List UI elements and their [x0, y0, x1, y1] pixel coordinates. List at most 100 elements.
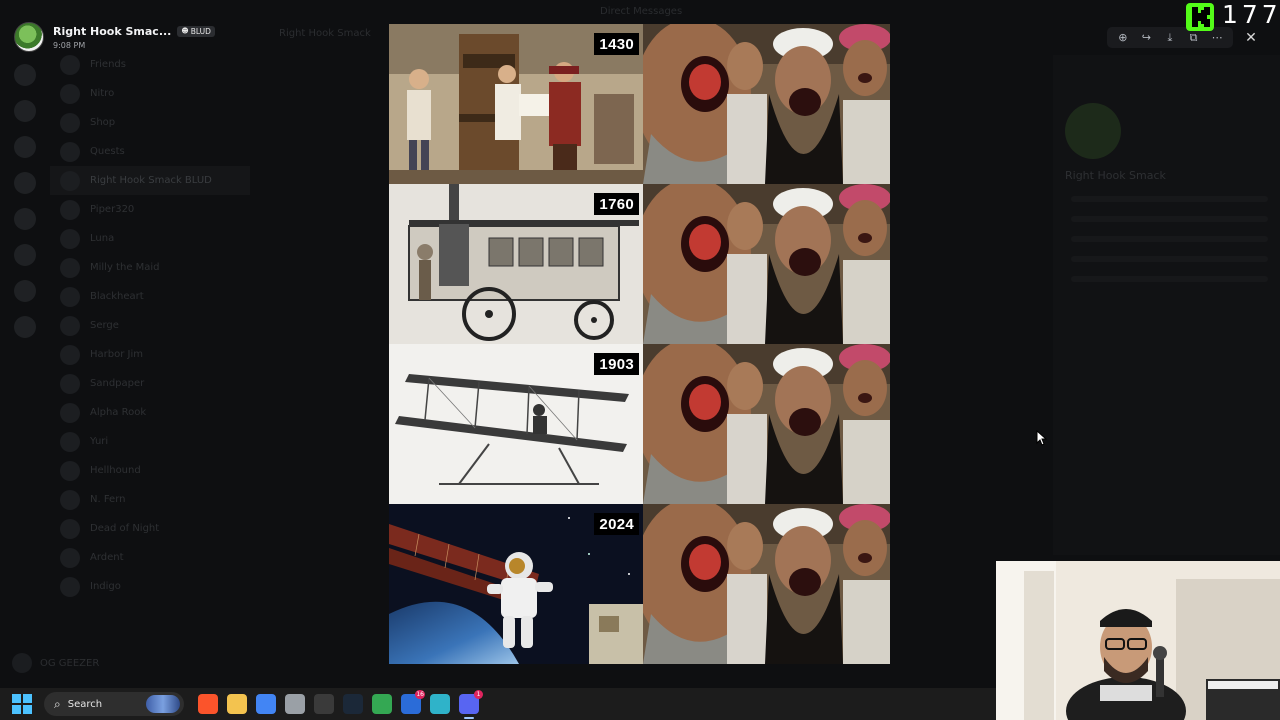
- avatar: [60, 402, 80, 423]
- open-in-browser-button[interactable]: ⧉: [1186, 30, 1202, 46]
- brave-icon[interactable]: [198, 694, 218, 714]
- panel-invention-printing-press: 1430: [389, 24, 643, 184]
- avatar: [60, 170, 80, 191]
- sidebar-item-label: Nitro: [90, 88, 115, 99]
- discord-icon[interactable]: 1: [459, 690, 483, 719]
- sidebar-item[interactable]: Blackheart: [50, 282, 250, 311]
- panel-reaction-crowd: [643, 504, 890, 664]
- sidebar-item-label: Dead of Night: [90, 523, 160, 534]
- tag-icon: ☻: [181, 27, 189, 35]
- year-label: 1760: [594, 193, 639, 215]
- panel-invention-steam-car: 1760: [389, 184, 643, 344]
- avatar: [60, 431, 80, 452]
- avatar: [60, 257, 80, 278]
- sidebar-item-label: Alpha Rook: [90, 407, 147, 418]
- windows-start-button[interactable]: [12, 694, 32, 714]
- sidebar-item[interactable]: Milly the Maid: [50, 253, 250, 282]
- sidebar-item[interactable]: Luna: [50, 224, 250, 253]
- more-options-icon: ⋯: [1211, 31, 1223, 44]
- viewer-count: 177: [1222, 0, 1280, 29]
- sidebar-item[interactable]: Yuri: [50, 427, 250, 456]
- kick-logo-icon: [1186, 3, 1214, 31]
- sidebar-item[interactable]: Hellhound: [50, 456, 250, 485]
- meme-image[interactable]: 1430 1760 1903 2024: [389, 24, 890, 664]
- sidebar-item[interactable]: Dead of Night: [50, 514, 250, 543]
- image-author: Right Hook Smac... ☻ BLUD 9:08 PM: [14, 22, 215, 52]
- sidebar-item[interactable]: Serge: [50, 311, 250, 340]
- year-label: 1903: [594, 353, 639, 375]
- browser-app-icon[interactable]: 16: [401, 690, 425, 714]
- sidebar-item-label: Yuri: [90, 436, 109, 447]
- avatar: [60, 518, 80, 539]
- sidebar-item[interactable]: Harbor Jim: [50, 340, 250, 369]
- sidebar-item-label: N. Fern: [90, 494, 126, 505]
- notification-badge: 16: [415, 690, 425, 699]
- sidebar-item[interactable]: Indigo: [50, 572, 250, 601]
- avatar: [60, 460, 80, 481]
- more-options-button[interactable]: ⋯: [1209, 30, 1225, 46]
- server-list: [0, 50, 50, 670]
- sidebar-item-label: Piper320: [90, 204, 135, 215]
- sidebar-item[interactable]: Sandpaper: [50, 369, 250, 398]
- taskbar-search[interactable]: ⌕ Search: [44, 692, 184, 716]
- year-label: 2024: [594, 513, 639, 535]
- avatar: [60, 199, 80, 220]
- file-explorer-icon[interactable]: [227, 694, 247, 714]
- sidebar-item-label: Shop: [90, 117, 116, 128]
- panel-reaction-crowd: [643, 184, 890, 344]
- forward-button[interactable]: ↪: [1138, 30, 1154, 46]
- download-icon: ⤓: [1167, 30, 1173, 44]
- avatar: [60, 141, 80, 162]
- sidebar-item[interactable]: Shop: [50, 108, 250, 137]
- sidebar-item[interactable]: Quests: [50, 137, 250, 166]
- shield-app-icon[interactable]: [285, 694, 305, 714]
- sidebar-item-label: Quests: [90, 146, 125, 157]
- image-viewer-toolbar: ⊕ ↪ ⤓ ⧉ ⋯: [1107, 27, 1233, 48]
- panel-reaction-crowd: [643, 24, 890, 184]
- pinned-apps: 16 1: [198, 690, 483, 719]
- avatar: [60, 576, 80, 597]
- sidebar-item[interactable]: N. Fern: [50, 485, 250, 514]
- chrome-icon[interactable]: [256, 694, 276, 714]
- sidebar-item-label: Serge: [90, 320, 119, 331]
- sidebar-item-label: Luna: [90, 233, 115, 244]
- windows-taskbar: ⌕ Search 16 1: [0, 688, 996, 720]
- recording-app-icon[interactable]: [314, 694, 334, 714]
- forward-icon: ↪: [1141, 31, 1151, 44]
- avatar: [60, 547, 80, 568]
- search-icon: ⌕: [54, 696, 61, 711]
- sidebar-item-label: Indigo: [90, 581, 121, 592]
- sidebar-item[interactable]: Piper320: [50, 195, 250, 224]
- sidebar-item[interactable]: Right Hook Smack BLUD: [50, 166, 250, 195]
- mouse-cursor-icon: [1036, 429, 1048, 450]
- author-name[interactable]: Right Hook Smac...: [53, 25, 171, 38]
- message-timestamp: 9:08 PM: [53, 40, 86, 50]
- close-button[interactable]: ✕: [1241, 28, 1261, 48]
- sidebar-item-label: Hellhound: [90, 465, 141, 476]
- zoom-button[interactable]: ⊕: [1115, 30, 1131, 46]
- desktop-app-icon[interactable]: [430, 694, 450, 714]
- avatar[interactable]: [14, 22, 44, 52]
- steam-icon[interactable]: [343, 694, 363, 714]
- zoom-icon: ⊕: [1118, 31, 1128, 44]
- current-user-panel: OG GEEZER: [12, 648, 252, 678]
- sidebar-item-label: Milly the Maid: [90, 262, 160, 273]
- avatar: [60, 315, 80, 336]
- search-label: Search: [67, 698, 103, 710]
- guild-tag-label: BLUD: [190, 26, 211, 36]
- screen: Direct Messages Friends Nitro Shop Quests Ri…: [0, 0, 1280, 720]
- sidebar-item-label: Friends: [90, 59, 126, 70]
- panel-invention-airplane: 1903: [389, 344, 643, 504]
- close-icon: ✕: [1245, 30, 1257, 46]
- panel-invention-astronaut: 2024: [389, 504, 643, 664]
- avatar: [60, 344, 80, 365]
- download-button[interactable]: ⤓: [1162, 30, 1178, 46]
- sidebar-item[interactable]: Alpha Rook: [50, 398, 250, 427]
- sidebar-item[interactable]: Nitro: [50, 79, 250, 108]
- chrome-profile-icon[interactable]: [372, 694, 392, 714]
- sidebar-item-label: Blackheart: [90, 291, 144, 302]
- avatar: [60, 83, 80, 104]
- profile-name: Right Hook Smack: [1065, 169, 1166, 182]
- sidebar-item[interactable]: Friends: [50, 50, 250, 79]
- sidebar-item[interactable]: Ardent: [50, 543, 250, 572]
